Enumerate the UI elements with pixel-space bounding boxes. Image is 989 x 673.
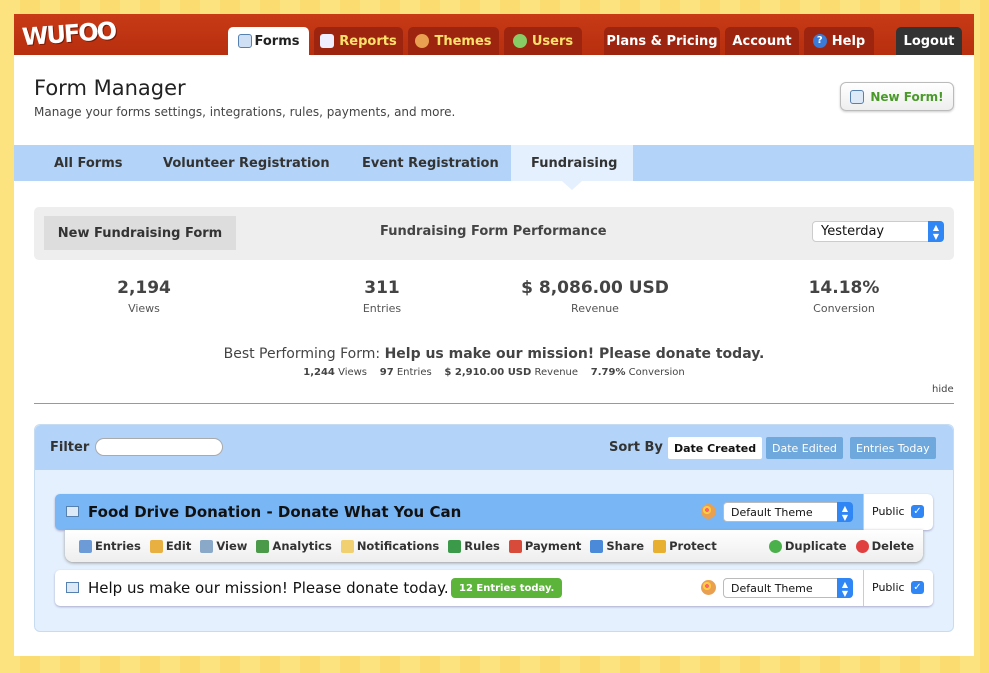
entries-action[interactable]: Entries [79,539,141,553]
new-fundraising-form-button[interactable]: New Fundraising Form [44,216,236,250]
public-toggle: Public ✓ [863,570,933,606]
rules-action[interactable]: Rules [448,539,500,553]
protect-action[interactable]: Protect [653,539,717,553]
form-row[interactable]: Help us make our mission! Please donate … [55,570,933,606]
filter-input[interactable] [95,438,223,456]
theme-select[interactable]: Default Theme ▲ ▼ [723,578,853,598]
forms-icon [237,34,252,48]
palette-icon [701,504,716,519]
delete-icon [855,539,869,553]
theme-select[interactable]: Default Theme ▲ ▼ [723,502,853,522]
active-tab-pointer [562,181,582,190]
performance-title: Fundraising Form Performance [380,224,607,239]
list-header: Filter Sort By : Date Created Date Edite… [35,425,953,470]
tab-volunteer-registration[interactable]: Volunteer Registration [163,145,330,181]
duplicate-action[interactable]: Duplicate [768,539,847,553]
best-performing-form: Best Performing Form: Help us make our m… [223,346,765,362]
hide-link[interactable]: hide [932,384,954,395]
view-icon [200,539,214,553]
stat-revenue: $ 8,086.00 USD Revenue [521,278,669,315]
best-form-stats: 1,244 Views 97 Entries $ 2,910.00 USD Re… [303,367,685,378]
form-actions-bar: Entries Edit View Analytics Notifications Rul… [65,530,923,562]
logout-button[interactable]: Logout [896,27,962,55]
page-subtitle: Manage your forms settings, integrations… [34,105,456,119]
wufoo-logo[interactable]: WUFOO [21,17,116,51]
edit-icon [149,539,163,553]
select-arrows-icon: ▲ ▼ [837,502,853,522]
form-name[interactable]: Help us make our mission! Please donate … [88,579,449,597]
view-action[interactable]: View [200,539,247,553]
sort-entries-today[interactable]: Entries Today [850,437,936,459]
form-list: Filter Sort By : Date Created Date Edite… [34,424,954,632]
tab-all-forms[interactable]: All Forms [54,145,122,181]
entries-icon [79,539,92,553]
share-action[interactable]: Share [590,539,644,553]
duplicate-icon [768,539,782,553]
public-checkbox[interactable]: ✓ [911,581,924,594]
tab-account[interactable]: Account [725,27,799,55]
tab-fundraising[interactable]: Fundraising [511,145,633,181]
new-form-button[interactable]: New Form! [840,82,954,111]
tab-users[interactable]: Users [504,27,582,55]
stat-views: 2,194 Views [117,278,171,315]
performance-bar: New Fundraising Form Fundraising Form Pe… [34,207,954,260]
entries-today-badge: 12 Entries today. [451,578,563,598]
payment-action[interactable]: Payment [508,539,581,553]
divider [34,403,954,404]
sort-date-edited[interactable]: Date Edited [766,437,843,459]
form-row[interactable]: Food Drive Donation - Donate What You Ca… [55,494,933,530]
select-arrows-icon: ▲ ▼ [928,221,944,242]
tab-reports[interactable]: Reports [314,27,403,55]
select-arrows-icon: ▲ ▼ [837,578,853,598]
tab-themes[interactable]: Themes [408,27,499,55]
help-icon: ? [812,34,827,48]
share-icon [590,539,604,553]
tab-forms[interactable]: Forms [228,27,309,55]
palette-icon [701,580,716,595]
users-icon [512,34,527,48]
payment-icon [508,539,522,553]
new-form-icon [850,89,865,104]
protect-icon [653,539,667,553]
reports-icon [320,34,335,48]
filter-label: Filter [50,440,90,455]
analytics-action[interactable]: Analytics [256,539,332,553]
palette-icon [415,34,430,48]
rules-icon [448,539,462,553]
stat-entries: 311 Entries [362,278,402,315]
public-checkbox[interactable]: ✓ [911,505,924,518]
page-title: Form Manager [34,76,186,100]
stat-conversion: 14.18% Conversion [808,278,880,315]
best-form-link[interactable]: Help us make our mission! Please donate … [385,346,765,362]
delete-action[interactable]: Delete [855,539,914,553]
analytics-icon [256,539,270,553]
period-select[interactable]: Yesterday ▲ ▼ [812,221,944,242]
tab-help[interactable]: ? Help [804,27,874,55]
sort-date-created[interactable]: Date Created [668,437,763,459]
form-icon [66,506,79,517]
page: WUFOO Forms Reports Themes Users Plans &… [14,14,974,656]
public-toggle: Public ✓ [863,494,933,530]
form-icon [66,582,79,593]
top-bar: WUFOO Forms Reports Themes Users Plans &… [14,14,974,55]
notifications-action[interactable]: Notifications [340,539,439,553]
form-name[interactable]: Food Drive Donation - Donate What You Ca… [88,503,461,521]
tab-event-registration[interactable]: Event Registration [362,145,499,181]
notifications-icon [340,539,354,553]
category-tabs: All Forms Volunteer Registration Event R… [14,145,974,181]
sort-label: Sort By : [609,440,673,455]
tab-plans-pricing[interactable]: Plans & Pricing [604,27,720,55]
edit-action[interactable]: Edit [149,539,191,553]
